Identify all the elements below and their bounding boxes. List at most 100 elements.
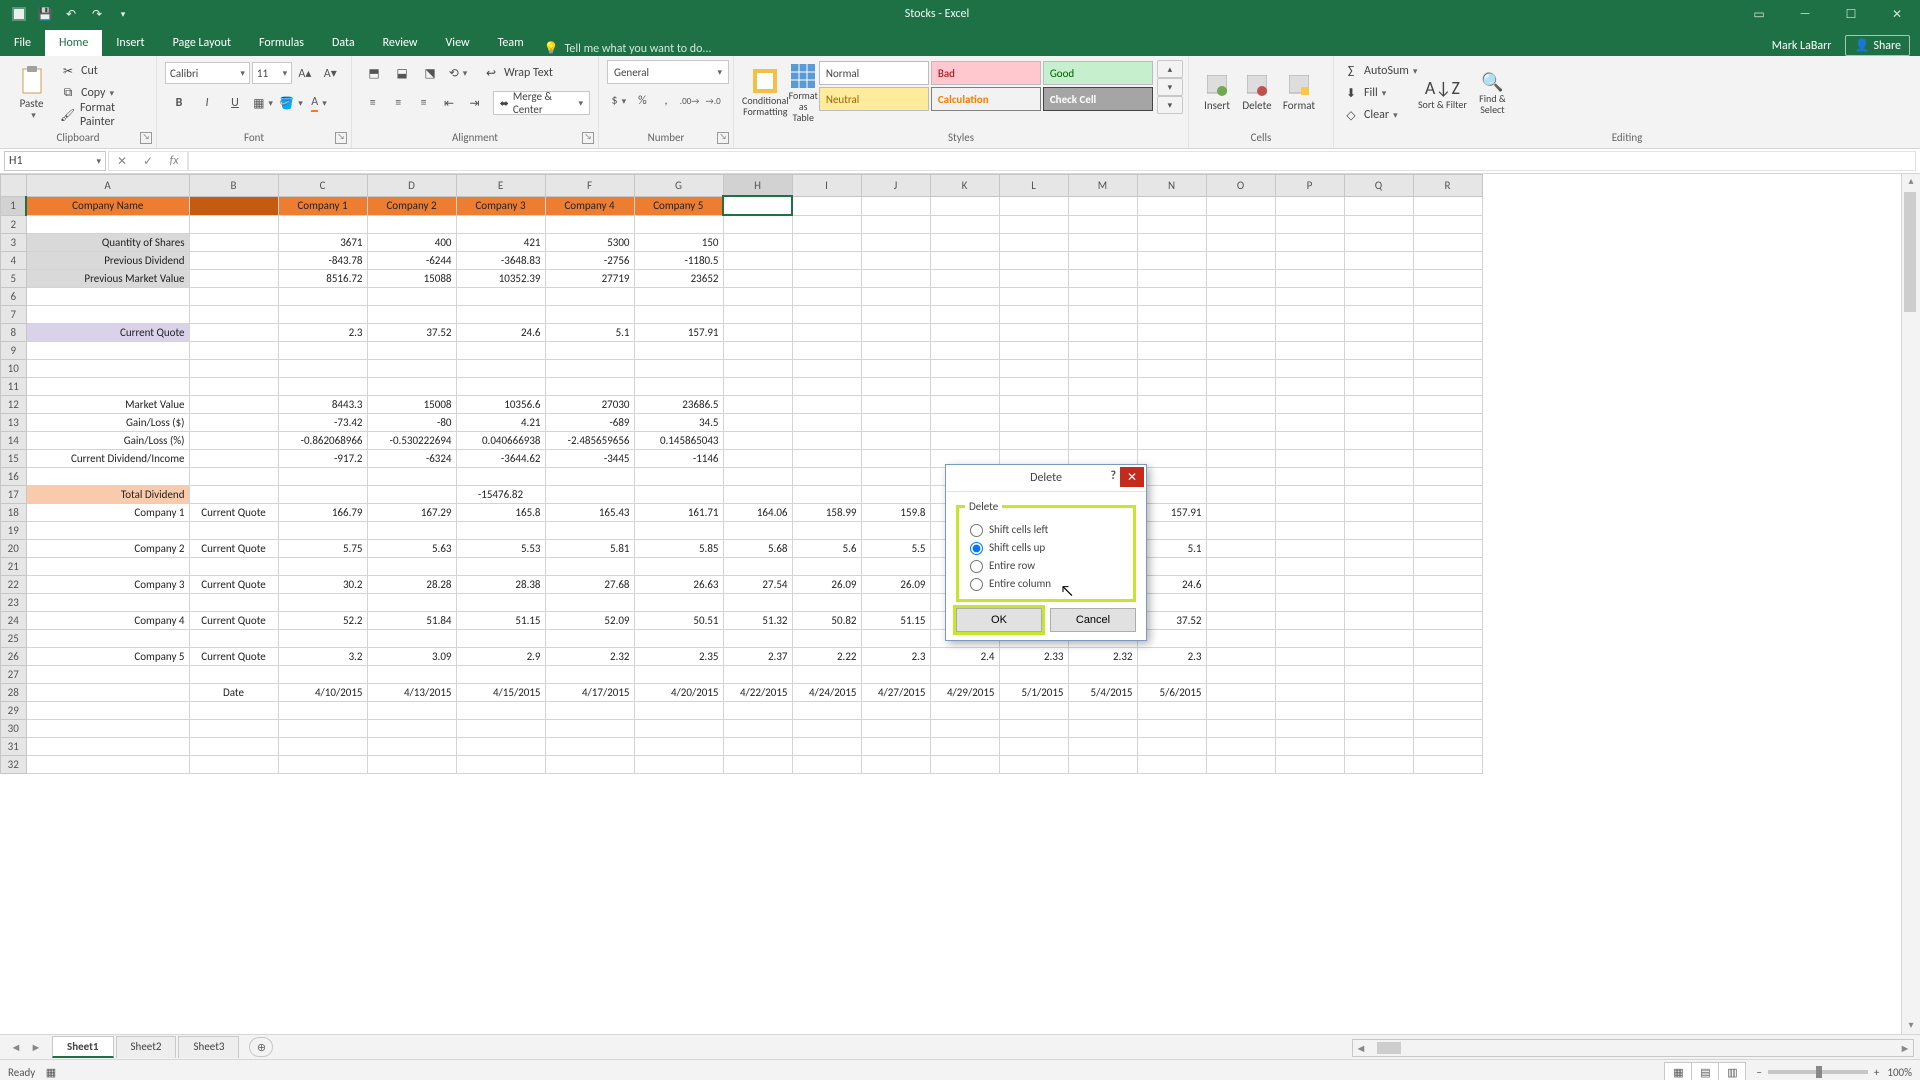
cell[interactable] xyxy=(189,324,278,342)
row-header[interactable]: 21 xyxy=(1,558,27,576)
cell[interactable] xyxy=(278,738,367,756)
cell[interactable] xyxy=(792,252,861,270)
cell[interactable] xyxy=(189,720,278,738)
cell[interactable]: 26.09 xyxy=(792,576,861,594)
cell[interactable]: -1180.5 xyxy=(634,252,723,270)
cell[interactable] xyxy=(1206,504,1275,522)
italic-icon[interactable]: I xyxy=(194,90,220,116)
cell[interactable] xyxy=(634,558,723,576)
normal-view-icon[interactable]: ▦ xyxy=(1664,1062,1692,1080)
format-as-table-button[interactable]: Format as Table xyxy=(789,60,818,126)
cell[interactable] xyxy=(723,288,792,306)
row-header[interactable]: 26 xyxy=(1,648,27,666)
cell[interactable] xyxy=(1206,684,1275,702)
cell[interactable] xyxy=(1068,738,1137,756)
cell[interactable] xyxy=(930,270,999,288)
cell[interactable]: 5/4/2015 xyxy=(1068,684,1137,702)
row-header[interactable]: 17 xyxy=(1,486,27,504)
cell[interactable] xyxy=(456,360,545,378)
cell[interactable] xyxy=(1344,738,1413,756)
cell[interactable] xyxy=(1068,360,1137,378)
cell[interactable] xyxy=(1275,306,1344,324)
cell[interactable]: 28.38 xyxy=(456,576,545,594)
cell[interactable] xyxy=(26,558,189,576)
cell[interactable] xyxy=(930,432,999,450)
cell[interactable] xyxy=(278,468,367,486)
cell[interactable] xyxy=(723,414,792,432)
minimize-icon[interactable]: — xyxy=(1782,0,1828,28)
cell[interactable] xyxy=(1275,540,1344,558)
cell[interactable]: 158.99 xyxy=(792,504,861,522)
cell[interactable]: 5300 xyxy=(545,234,634,252)
cell[interactable]: 23652 xyxy=(634,270,723,288)
insert-cells-button[interactable]: Insert xyxy=(1197,60,1237,126)
cell[interactable] xyxy=(1068,702,1137,720)
cell[interactable] xyxy=(1344,252,1413,270)
increase-font-icon[interactable]: A▴ xyxy=(293,60,316,86)
cell[interactable]: 51.32 xyxy=(723,612,792,630)
cell[interactable] xyxy=(1206,288,1275,306)
cell[interactable] xyxy=(792,666,861,684)
cell[interactable] xyxy=(26,306,189,324)
column-header-A[interactable]: A xyxy=(26,175,189,197)
cell[interactable] xyxy=(26,468,189,486)
cell[interactable] xyxy=(26,360,189,378)
cell[interactable]: 2.32 xyxy=(545,648,634,666)
cell[interactable] xyxy=(1344,288,1413,306)
cell[interactable] xyxy=(861,414,930,432)
style-calculation[interactable]: Calculation xyxy=(931,87,1041,111)
cell[interactable]: -3644.62 xyxy=(456,450,545,468)
cell[interactable] xyxy=(861,342,930,360)
cell[interactable] xyxy=(634,666,723,684)
row-header[interactable]: 7 xyxy=(1,306,27,324)
row-header[interactable]: 14 xyxy=(1,432,27,450)
cell[interactable] xyxy=(456,522,545,540)
cell[interactable] xyxy=(1344,215,1413,234)
cell[interactable] xyxy=(999,342,1068,360)
cell[interactable]: Company 3 xyxy=(456,196,545,215)
cell[interactable] xyxy=(792,342,861,360)
cell[interactable]: -917.2 xyxy=(278,450,367,468)
cell[interactable] xyxy=(723,252,792,270)
cell[interactable] xyxy=(723,594,792,612)
cell[interactable]: Company 2 xyxy=(367,196,456,215)
name-box[interactable]: H1▾ xyxy=(4,151,106,171)
cell[interactable]: 5/6/2015 xyxy=(1137,684,1206,702)
decrease-decimal-icon[interactable]: →.0 xyxy=(702,88,724,114)
cell[interactable]: -6324 xyxy=(367,450,456,468)
style-good[interactable]: Good xyxy=(1043,61,1153,85)
cell[interactable]: Previous Market Value xyxy=(26,270,189,288)
cell[interactable] xyxy=(1137,306,1206,324)
cell[interactable] xyxy=(861,738,930,756)
cell[interactable] xyxy=(189,215,278,234)
cell[interactable] xyxy=(1206,486,1275,504)
increase-indent-icon[interactable]: ⇥ xyxy=(463,90,486,116)
cell[interactable] xyxy=(1275,648,1344,666)
paste-button[interactable]: Paste▾ xyxy=(8,60,55,126)
cell[interactable] xyxy=(1275,270,1344,288)
cell[interactable] xyxy=(545,378,634,396)
tab-view[interactable]: View xyxy=(432,30,484,56)
cell[interactable] xyxy=(1137,738,1206,756)
scroll-thumb[interactable] xyxy=(1377,1042,1401,1054)
cell[interactable] xyxy=(930,666,999,684)
cell[interactable] xyxy=(1275,720,1344,738)
page-layout-view-icon[interactable]: ▤ xyxy=(1691,1062,1719,1080)
cell[interactable] xyxy=(1206,396,1275,414)
column-header-H[interactable]: H xyxy=(723,175,792,197)
cell[interactable] xyxy=(367,594,456,612)
cell[interactable]: -2756 xyxy=(545,252,634,270)
cell[interactable] xyxy=(1068,666,1137,684)
cell[interactable] xyxy=(1206,522,1275,540)
cell[interactable]: -2.485659656 xyxy=(545,432,634,450)
cell[interactable] xyxy=(861,215,930,234)
row-header[interactable]: 25 xyxy=(1,630,27,648)
cell[interactable] xyxy=(792,738,861,756)
cell[interactable] xyxy=(861,702,930,720)
cell[interactable] xyxy=(367,360,456,378)
orientation-icon[interactable]: ⟲▾ xyxy=(445,60,471,86)
row-header[interactable]: 28 xyxy=(1,684,27,702)
cell[interactable] xyxy=(999,702,1068,720)
cell[interactable] xyxy=(1413,720,1482,738)
cell[interactable]: 0.040666938 xyxy=(456,432,545,450)
